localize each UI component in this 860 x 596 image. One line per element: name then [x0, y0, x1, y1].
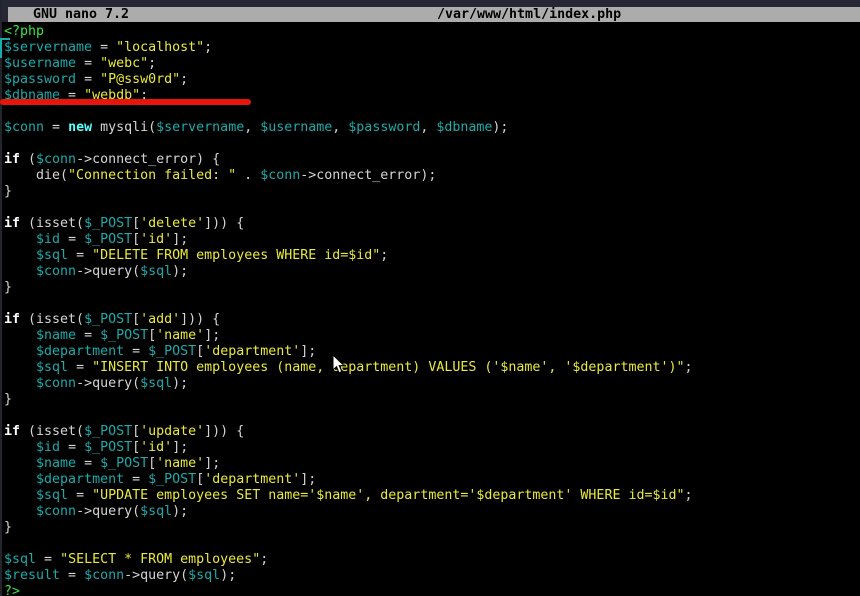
- code-line: $id = $_POST['id'];: [4, 440, 860, 456]
- code-line: <?php: [4, 24, 860, 40]
- nano-titlebar: GNU nano 7.2 /var/www/html/index.php: [8, 7, 860, 22]
- code-line: [4, 296, 860, 312]
- code-area[interactable]: <?php$servername = "localhost";$username…: [0, 22, 860, 596]
- code-line: }: [4, 280, 860, 296]
- code-line: $department = $_POST['department'];: [4, 472, 860, 488]
- code-line: $conn = new mysqli($servername, $usernam…: [4, 120, 860, 136]
- window-top-frame: [0, 0, 860, 7]
- code-line: $conn->query($sql);: [4, 504, 860, 520]
- code-line: [4, 536, 860, 552]
- code-line: $name = $_POST['name'];: [4, 456, 860, 472]
- red-underline-annotation: [0, 99, 251, 105]
- code-line: }: [4, 184, 860, 200]
- code-line: $sql = "SELECT * FROM employees";: [4, 552, 860, 568]
- code-line: $sql = "DELETE FROM employees WHERE id=$…: [4, 248, 860, 264]
- code-line: $conn->query($sql);: [4, 264, 860, 280]
- file-path: /var/www/html/index.php: [437, 7, 621, 22]
- code-line: if (isset($_POST['update'])) {: [4, 424, 860, 440]
- text-cursor: [0, 39, 2, 58]
- code-line: $name = $_POST['name'];: [4, 328, 860, 344]
- app-title: GNU nano 7.2: [33, 7, 129, 22]
- code-line: }: [4, 520, 860, 536]
- code-line: if (isset($_POST['delete'])) {: [4, 216, 860, 232]
- code-line: if ($conn->connect_error) {: [4, 152, 860, 168]
- code-line: $sql = "UPDATE employees SET name='$name…: [4, 488, 860, 504]
- code-line: ?>: [4, 584, 860, 596]
- code-line: [4, 200, 860, 216]
- code-line: [4, 136, 860, 152]
- nano-titlebar-row: GNU nano 7.2 /var/www/html/index.php: [0, 7, 860, 22]
- code-line: $username = "webc";: [4, 56, 860, 72]
- code-line: $result = $conn->query($sql);: [4, 568, 860, 584]
- mouse-pointer-icon: [332, 355, 345, 378]
- code-line: [4, 104, 860, 120]
- code-line: [4, 408, 860, 424]
- code-line: if (isset($_POST['add'])) {: [4, 312, 860, 328]
- code-line: $sql = "INSERT INTO employees (name, dep…: [4, 360, 860, 376]
- code-line: $servername = "localhost";: [4, 40, 860, 56]
- code-line: $conn->query($sql);: [4, 376, 860, 392]
- code-line: $id = $_POST['id'];: [4, 232, 860, 248]
- terminal-window: { "window": { "titlebar": { "app": "GNU …: [0, 0, 860, 596]
- code-line: $department = $_POST['department'];: [4, 344, 860, 360]
- code-line: $password = "P@ssw0rd";: [4, 72, 860, 88]
- code-line: }: [4, 392, 860, 408]
- code-line: die("Connection failed: " . $conn->conne…: [4, 168, 860, 184]
